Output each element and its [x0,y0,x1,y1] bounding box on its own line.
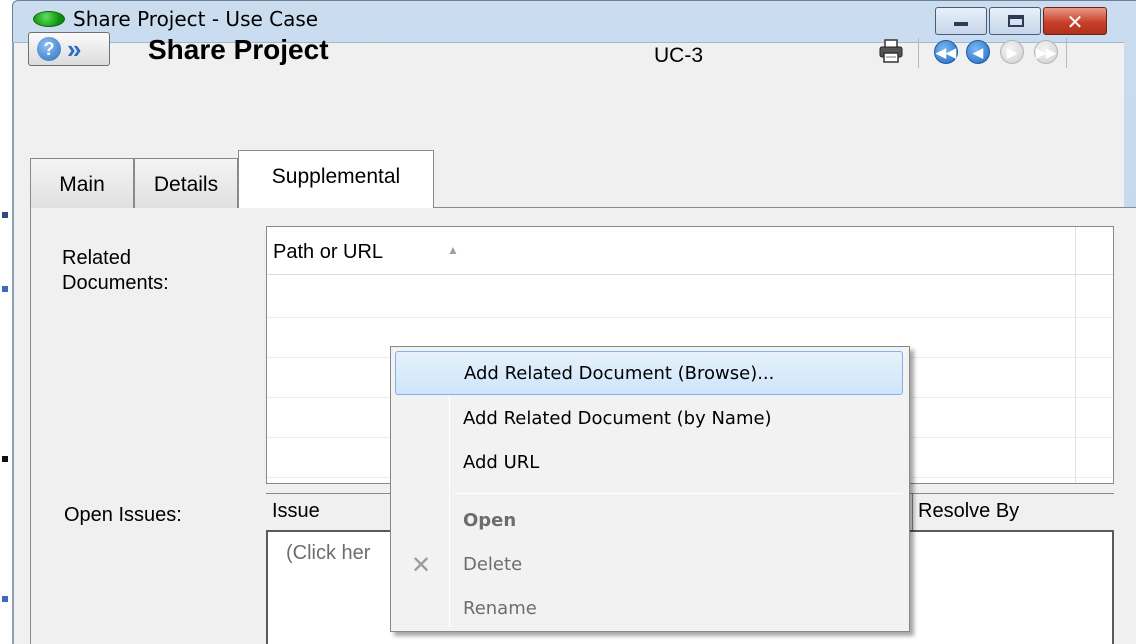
related-documents-label-text: Related Documents: [62,247,169,294]
menu-item-label: Add URL [463,452,540,473]
toolbar-separator [918,38,919,68]
related-documents-label: Related Documents: [62,246,242,296]
column-header-issue[interactable]: Issue [272,500,320,523]
menu-item-add-related-document-browse[interactable]: Add Related Document (Browse)... [395,351,903,395]
new-issue-placeholder[interactable]: (Click her [286,542,370,565]
menu-item-open[interactable]: Open [395,499,903,543]
window-title: Share Project - Use Case [73,7,319,31]
delete-icon: ✕ [411,551,432,579]
context-menu: Add Related Document (Browse)... Add Rel… [390,346,910,632]
background-mark [2,456,8,462]
help-icon: ? [37,37,61,61]
print-icon[interactable] [878,38,904,64]
menu-item-label: Rename [463,598,537,619]
close-icon: ✕ [1066,10,1084,34]
menu-item-label: Add Related Document (by Name) [463,408,772,429]
first-record-icon[interactable]: ◀◀ [934,40,958,64]
use-case-id: UC-3 [654,44,704,67]
maximize-button[interactable] [989,7,1041,35]
chevron-double-right-icon: » [67,34,82,64]
close-button[interactable]: ✕ [1043,7,1107,35]
background-window-edge [0,0,12,644]
menu-item-rename[interactable]: Rename [395,587,903,631]
minimize-icon [954,22,968,26]
column-header-path-or-url[interactable]: Path or URL [273,241,383,264]
background-mark [2,286,8,292]
menu-item-add-url[interactable]: Add URL [395,441,903,485]
tab-supplemental[interactable]: Supplemental [238,150,434,208]
grid-row-line [267,317,1113,318]
tab-main[interactable]: Main [30,158,134,208]
status-indicator-icon [33,11,65,27]
background-mark [2,212,8,218]
menu-item-label: Add Related Document (Browse)... [464,363,775,384]
menu-item-add-related-document-by-name[interactable]: Add Related Document (by Name) [395,397,903,441]
menu-separator [455,493,903,494]
toolbar-separator [1066,38,1067,68]
column-divider [1075,227,1076,483]
related-documents-header: Path or URL ▲ [267,227,1113,275]
maximize-icon [1008,15,1024,27]
menu-item-label: Open [463,510,517,531]
page-title: Share Project [148,34,329,65]
minimize-button[interactable] [935,7,987,35]
column-divider [912,494,913,532]
background-mark [2,596,8,602]
last-record-icon[interactable]: ▶▶ [1034,40,1058,64]
column-header-resolve-by[interactable]: Resolve By [918,500,1019,523]
previous-record-icon[interactable]: ◀ [966,40,990,64]
tab-details[interactable]: Details [134,158,238,208]
next-record-icon[interactable]: ▶ [1000,40,1024,64]
menu-item-label: Delete [463,554,523,575]
open-issues-label: Open Issues: [64,504,182,526]
menu-item-delete[interactable]: ✕ Delete [395,543,903,587]
sort-ascending-icon: ▲ [447,243,459,257]
help-button[interactable]: ? » [28,32,110,66]
